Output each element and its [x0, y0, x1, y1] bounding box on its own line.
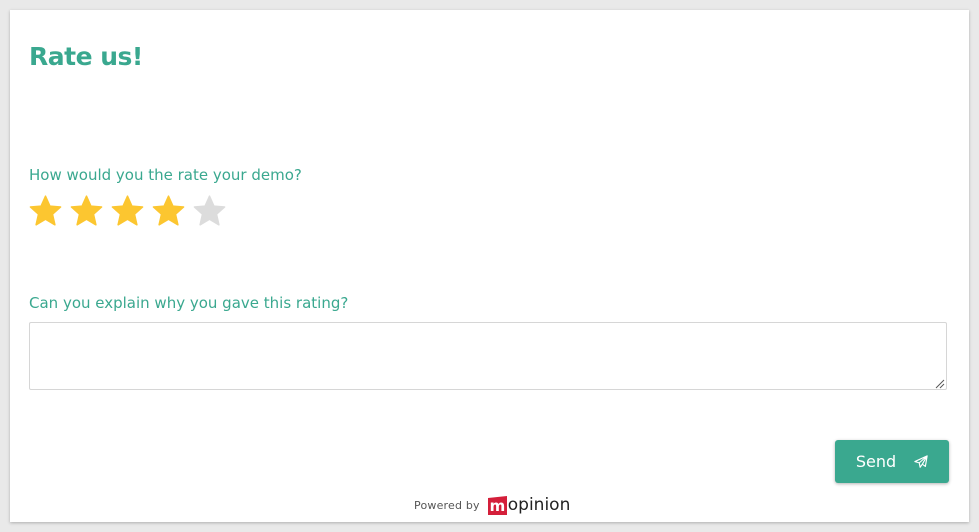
feedback-card: Rate us! How would you the rate your dem…	[10, 10, 969, 522]
star-4-icon[interactable]	[151, 194, 186, 229]
svg-text:m: m	[489, 497, 505, 515]
mopinion-m-icon: m	[487, 495, 507, 515]
star-5-icon[interactable]	[192, 194, 227, 229]
star-2-icon[interactable]	[69, 194, 104, 229]
star-rating	[28, 194, 227, 232]
paper-plane-icon	[914, 454, 928, 469]
mopinion-wordmark: opinion	[507, 494, 571, 515]
rating-question: How would you the rate your demo?	[29, 166, 302, 184]
mopinion-logo[interactable]: m opinion	[487, 494, 571, 515]
comment-question: Can you explain why you gave this rating…	[29, 294, 349, 312]
send-button[interactable]: Send	[835, 440, 949, 483]
star-1-icon[interactable]	[28, 194, 63, 229]
send-button-label: Send	[855, 452, 897, 471]
powered-by-footer: Powered by m opinion	[414, 494, 570, 516]
page-title: Rate us!	[29, 42, 143, 71]
powered-by-label: Powered by	[414, 498, 480, 512]
resize-grip-icon[interactable]	[935, 379, 945, 389]
comment-textarea[interactable]	[29, 322, 947, 390]
star-3-icon[interactable]	[110, 194, 145, 229]
